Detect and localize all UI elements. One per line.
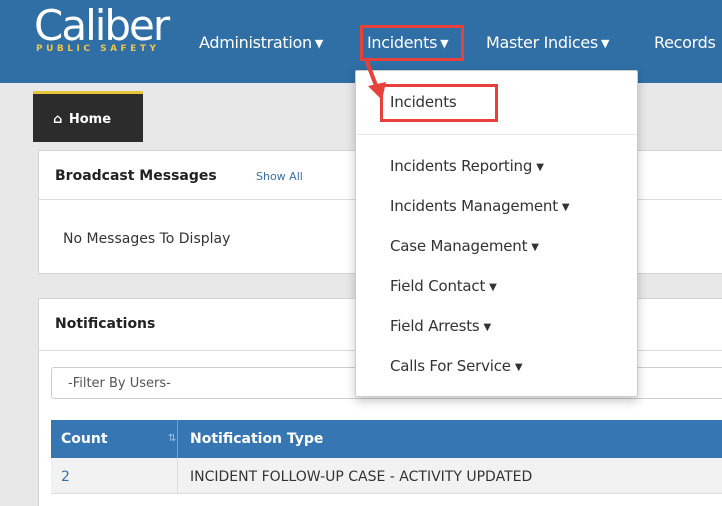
menu-item-field-contact[interactable]: Field Contact ▼ (390, 277, 497, 295)
logo-sub-text: PUBLIC SAFETY (36, 44, 160, 54)
menu-item-label: Incidents Reporting (390, 157, 533, 175)
column-divider (177, 420, 178, 458)
caret-down-icon: ▼ (489, 282, 497, 293)
notifications-title: Notifications (55, 316, 156, 332)
caliber-logo[interactable]: Caliber PUBLIC SAFETY (34, 1, 170, 55)
caret-down-icon: ▼ (536, 162, 544, 173)
broadcast-empty-message: No Messages To Display (63, 231, 231, 247)
menu-item-label: Field Contact (390, 277, 486, 295)
menu-item-incidents-reporting[interactable]: Incidents Reporting ▼ (390, 157, 544, 175)
broadcast-title: Broadcast Messages (55, 168, 217, 184)
caret-down-icon: ▼ (483, 322, 492, 333)
column-header-notification-type[interactable]: Notification Type (190, 431, 323, 447)
notifications-table-header: Count ⇅ Notification Type (51, 420, 722, 458)
nav-master-indices-label: Master Indices (486, 33, 598, 52)
nav-records-label: Records (654, 33, 716, 52)
home-icon: ⌂ (53, 112, 63, 127)
menu-item-label: Calls For Service (390, 357, 511, 375)
caret-down-icon: ▼ (561, 202, 570, 213)
show-all-link[interactable]: Show All (256, 170, 303, 183)
menu-item-field-arrests[interactable]: Field Arrests ▼ (390, 317, 491, 335)
nav-administration[interactable]: Administration ▼ (199, 33, 323, 52)
menu-divider (357, 134, 637, 135)
highlight-box-incidents-nav (360, 25, 464, 61)
table-row: 2 INCIDENT FOLLOW-UP CASE - ACTIVITY UPD… (51, 458, 722, 494)
nav-records[interactable]: Records (654, 33, 716, 52)
menu-item-case-management[interactable]: Case Management ▼ (390, 237, 539, 255)
annotation-arrow-icon (365, 60, 386, 100)
nav-administration-label: Administration (199, 33, 312, 52)
logo-main-text: Caliber (34, 1, 170, 50)
sort-icon[interactable]: ⇅ (168, 433, 176, 444)
menu-item-calls-for-service[interactable]: Calls For Service ▼ (390, 357, 523, 375)
column-header-count[interactable]: Count (61, 431, 108, 447)
highlight-box-incidents-menu-item (380, 84, 498, 122)
caret-down-icon: ▼ (314, 37, 324, 50)
caret-down-icon: ▼ (600, 37, 610, 50)
incidents-dropdown-menu: Incidents Incidents Reporting ▼ Incidents… (355, 70, 638, 397)
row-count-link[interactable]: 2 (61, 469, 70, 485)
home-tab-label: Home (68, 112, 112, 127)
menu-item-label: Field Arrests (390, 317, 480, 335)
caret-down-icon: ▼ (531, 242, 539, 253)
filter-placeholder: -Filter By Users- (68, 376, 171, 391)
menu-item-incidents-management[interactable]: Incidents Management ▼ (390, 197, 570, 215)
column-divider (177, 458, 178, 494)
menu-item-label: Incidents Management (390, 197, 558, 215)
caret-down-icon: ▼ (514, 362, 523, 373)
row-notification-type: INCIDENT FOLLOW-UP CASE - ACTIVITY UPDAT… (190, 469, 533, 485)
nav-master-indices[interactable]: Master Indices ▼ (486, 33, 609, 52)
home-tab[interactable]: ⌂ Home (33, 91, 143, 142)
menu-item-label: Case Management (390, 237, 528, 255)
